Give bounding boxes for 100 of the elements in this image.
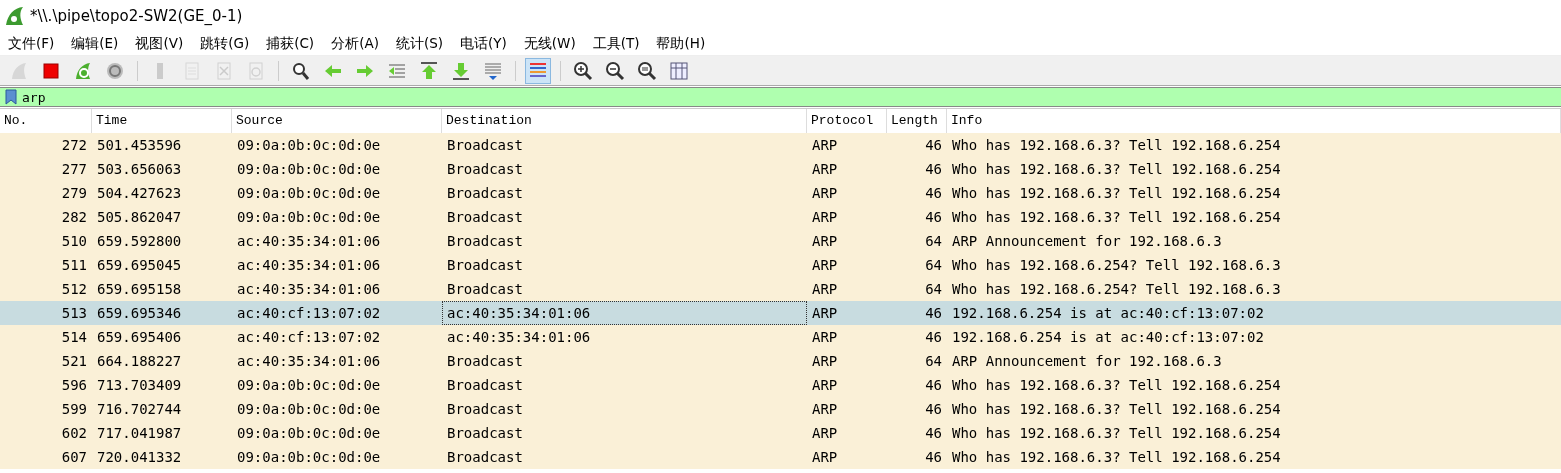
table-cell-text: 607 xyxy=(60,448,88,467)
table-cell-text: 659.592800 xyxy=(96,232,183,251)
table-cell-text: Broadcast xyxy=(446,232,524,251)
table-cell-text: ARP Announcement for 192.168.6.3 xyxy=(951,352,1223,371)
packet-row[interactable]: 282 505.862047 09:0a:0b:0c:0d:0e Broadcast ARP 46 Who has 192.168.6.3? Tell 192.168.6.254 xyxy=(0,205,1561,229)
table-cell-text: 64 xyxy=(924,256,943,275)
table-cell-text: 64 xyxy=(924,232,943,251)
table-cell-text: Who has 192.168.6.3? Tell 192.168.6.254 xyxy=(951,400,1282,419)
display-filter-field[interactable]: arp xyxy=(0,87,1561,107)
menu-item[interactable]: 捕获(C) xyxy=(262,34,319,53)
menu-item[interactable]: 文件(F) xyxy=(4,34,59,53)
table-cell-text: 46 xyxy=(924,328,943,347)
table-cell-text: ARP Announcement for 192.168.6.3 xyxy=(951,232,1223,251)
table-cell-text: 664.188227 xyxy=(96,352,183,371)
table-cell-text: Broadcast xyxy=(446,448,524,467)
table-cell-text: 09:0a:0b:0c:0d:0e xyxy=(236,400,382,419)
packet-row[interactable]: 511 659.695045 ac:40:35:34:01:06 Broadcast ARP 64 Who has 192.168.6.254? Tell 192.168.6.3 xyxy=(0,253,1561,277)
bookmark-icon[interactable] xyxy=(5,89,17,105)
table-cell-text: ARP xyxy=(811,400,839,419)
table-cell-text: Broadcast xyxy=(446,280,524,299)
table-cell-text: 46 xyxy=(924,448,943,467)
table-cell-text: ac:40:35:34:01:06 xyxy=(236,352,382,371)
packet-row[interactable]: 596 713.703409 09:0a:0b:0c:0d:0e Broadcast ARP 46 Who has 192.168.6.3? Tell 192.168.6.254 xyxy=(0,373,1561,397)
table-cell-text: 277 xyxy=(60,160,88,179)
table-cell-text: ac:40:35:34:01:06 xyxy=(236,280,382,299)
table-cell-text: 272 xyxy=(60,136,88,155)
table-cell-text: 512 xyxy=(60,280,88,299)
table-cell-text: Who has 192.168.6.254? Tell 192.168.6.3 xyxy=(951,256,1282,275)
menu-item[interactable]: 工具(T) xyxy=(588,34,644,53)
table-cell-text: 713.703409 xyxy=(96,376,183,395)
table-cell-text: ARP xyxy=(811,280,839,299)
table-cell-text: Who has 192.168.6.3? Tell 192.168.6.254 xyxy=(951,448,1282,467)
table-cell-text: ARP xyxy=(811,352,839,371)
packet-row[interactable]: 602 717.041987 09:0a:0b:0c:0d:0e Broadcast ARP 46 Who has 192.168.6.3? Tell 192.168.6.254 xyxy=(0,421,1561,445)
packet-row[interactable]: 607 720.041332 09:0a:0b:0c:0d:0e Broadcast ARP 46 Who has 192.168.6.3? Tell 192.168.6.254 xyxy=(0,445,1561,469)
table-cell-text: 596 xyxy=(60,376,88,395)
table-cell-text: 510 xyxy=(60,232,88,251)
packet-row[interactable]: 513 659.695346 ac:40:cf:13:07:02 ac:40:35:34:01:06 ARP 46 192.168.6.254 is at ac:40:cf:13:07:02 xyxy=(0,301,1561,325)
table-cell-text: ARP xyxy=(811,424,839,443)
menu-item[interactable]: 视图(V) xyxy=(131,34,188,53)
table-cell-text: ac:40:35:34:01:06 xyxy=(446,328,592,347)
table-cell-text: ARP xyxy=(811,304,839,323)
table-cell-text: 513 xyxy=(60,304,88,323)
table-cell-text: Who has 192.168.6.3? Tell 192.168.6.254 xyxy=(951,424,1282,443)
menu-item[interactable]: 帮助(H) xyxy=(652,34,710,53)
table-cell-text: ARP xyxy=(811,184,839,203)
table-cell-text: 659.695158 xyxy=(96,280,183,299)
table-cell-text: Who has 192.168.6.254? Tell 192.168.6.3 xyxy=(951,280,1282,299)
table-cell-text: 192.168.6.254 is at ac:40:cf:13:07:02 xyxy=(951,328,1265,347)
table-cell-text: ac:40:35:34:01:06 xyxy=(236,256,382,275)
packet-row[interactable]: 514 659.695406 ac:40:cf:13:07:02 ac:40:35:34:01:06 ARP 46 192.168.6.254 is at ac:40:cf:13:07:02 xyxy=(0,325,1561,349)
table-cell-text: 46 xyxy=(924,136,943,155)
table-cell-text: Who has 192.168.6.3? Tell 192.168.6.254 xyxy=(951,160,1282,179)
table-cell-text: 46 xyxy=(924,160,943,179)
table-cell-text: 46 xyxy=(924,304,943,323)
table-cell-text: 09:0a:0b:0c:0d:0e xyxy=(236,136,382,155)
packet-row[interactable]: 521 664.188227 ac:40:35:34:01:06 Broadcast ARP 64 ARP Announcement for 192.168.6.3 xyxy=(0,349,1561,373)
table-cell-text: Who has 192.168.6.3? Tell 192.168.6.254 xyxy=(951,136,1282,155)
table-cell-text: Who has 192.168.6.3? Tell 192.168.6.254 xyxy=(951,208,1282,227)
table-cell-text: Broadcast xyxy=(446,184,524,203)
menu-item[interactable]: 电话(Y) xyxy=(456,34,511,53)
table-cell-text: 09:0a:0b:0c:0d:0e xyxy=(236,184,382,203)
table-cell-text: 09:0a:0b:0c:0d:0e xyxy=(236,160,382,179)
table-cell-text: 599 xyxy=(60,400,88,419)
packet-row[interactable]: 599 716.702744 09:0a:0b:0c:0d:0e Broadcast ARP 46 Who has 192.168.6.3? Tell 192.168.6.254 xyxy=(0,397,1561,421)
table-cell-text: 46 xyxy=(924,424,943,443)
table-cell-text: 514 xyxy=(60,328,88,347)
menu-item[interactable]: 分析(A) xyxy=(327,34,383,53)
table-cell-text: 46 xyxy=(924,184,943,203)
table-cell-text: ac:40:cf:13:07:02 xyxy=(236,328,382,347)
menu-item[interactable]: 编辑(E) xyxy=(67,34,123,53)
table-cell-text: 511 xyxy=(60,256,88,275)
table-cell-text: 659.695406 xyxy=(96,328,183,347)
table-cell-text: ARP xyxy=(811,376,839,395)
fin-logo-icon xyxy=(4,6,24,26)
table-cell-text: 602 xyxy=(60,424,88,443)
packet-row[interactable]: 277 503.656063 09:0a:0b:0c:0d:0e Broadcast ARP 46 Who has 192.168.6.3? Tell 192.168.6.254 xyxy=(0,157,1561,181)
menu-item[interactable]: 无线(W) xyxy=(519,34,580,53)
table-cell-text: 282 xyxy=(60,208,88,227)
table-cell-text: Broadcast xyxy=(446,208,524,227)
packet-row[interactable]: 279 504.427623 09:0a:0b:0c:0d:0e Broadcast ARP 46 Who has 192.168.6.3? Tell 192.168.6.254 xyxy=(0,181,1561,205)
table-cell-text: 501.453596 xyxy=(96,136,183,155)
menu-item[interactable]: 跳转(G) xyxy=(196,34,254,53)
menu-item[interactable]: 统计(S) xyxy=(391,34,448,53)
packet-row[interactable]: 512 659.695158 ac:40:35:34:01:06 Broadcast ARP 64 Who has 192.168.6.254? Tell 192.168.6.3 xyxy=(0,277,1561,301)
table-cell-text: 09:0a:0b:0c:0d:0e xyxy=(236,424,382,443)
table-cell-text: ARP xyxy=(811,328,839,347)
table-cell-text: ARP xyxy=(811,160,839,179)
table-cell-text: 659.695346 xyxy=(96,304,183,323)
table-cell-text: Broadcast xyxy=(446,376,524,395)
table-cell-text: ARP xyxy=(811,448,839,467)
table-cell-text: 717.041987 xyxy=(96,424,183,443)
colorize-icon[interactable] xyxy=(525,57,551,84)
table-cell-text: 716.702744 xyxy=(96,400,183,419)
packet-row[interactable]: 510 659.592800 ac:40:35:34:01:06 Broadcast ARP 64 ARP Announcement for 192.168.6.3 xyxy=(0,229,1561,253)
packet-row[interactable]: 272 501.453596 09:0a:0b:0c:0d:0e Broadcast ARP 46 Who has 192.168.6.3? Tell 192.168.6.254 xyxy=(0,133,1561,157)
table-cell-text: Broadcast xyxy=(446,424,524,443)
table-cell-text: Broadcast xyxy=(446,136,524,155)
table-cell-text: 659.695045 xyxy=(96,256,183,275)
table-cell-text: Broadcast xyxy=(446,400,524,419)
